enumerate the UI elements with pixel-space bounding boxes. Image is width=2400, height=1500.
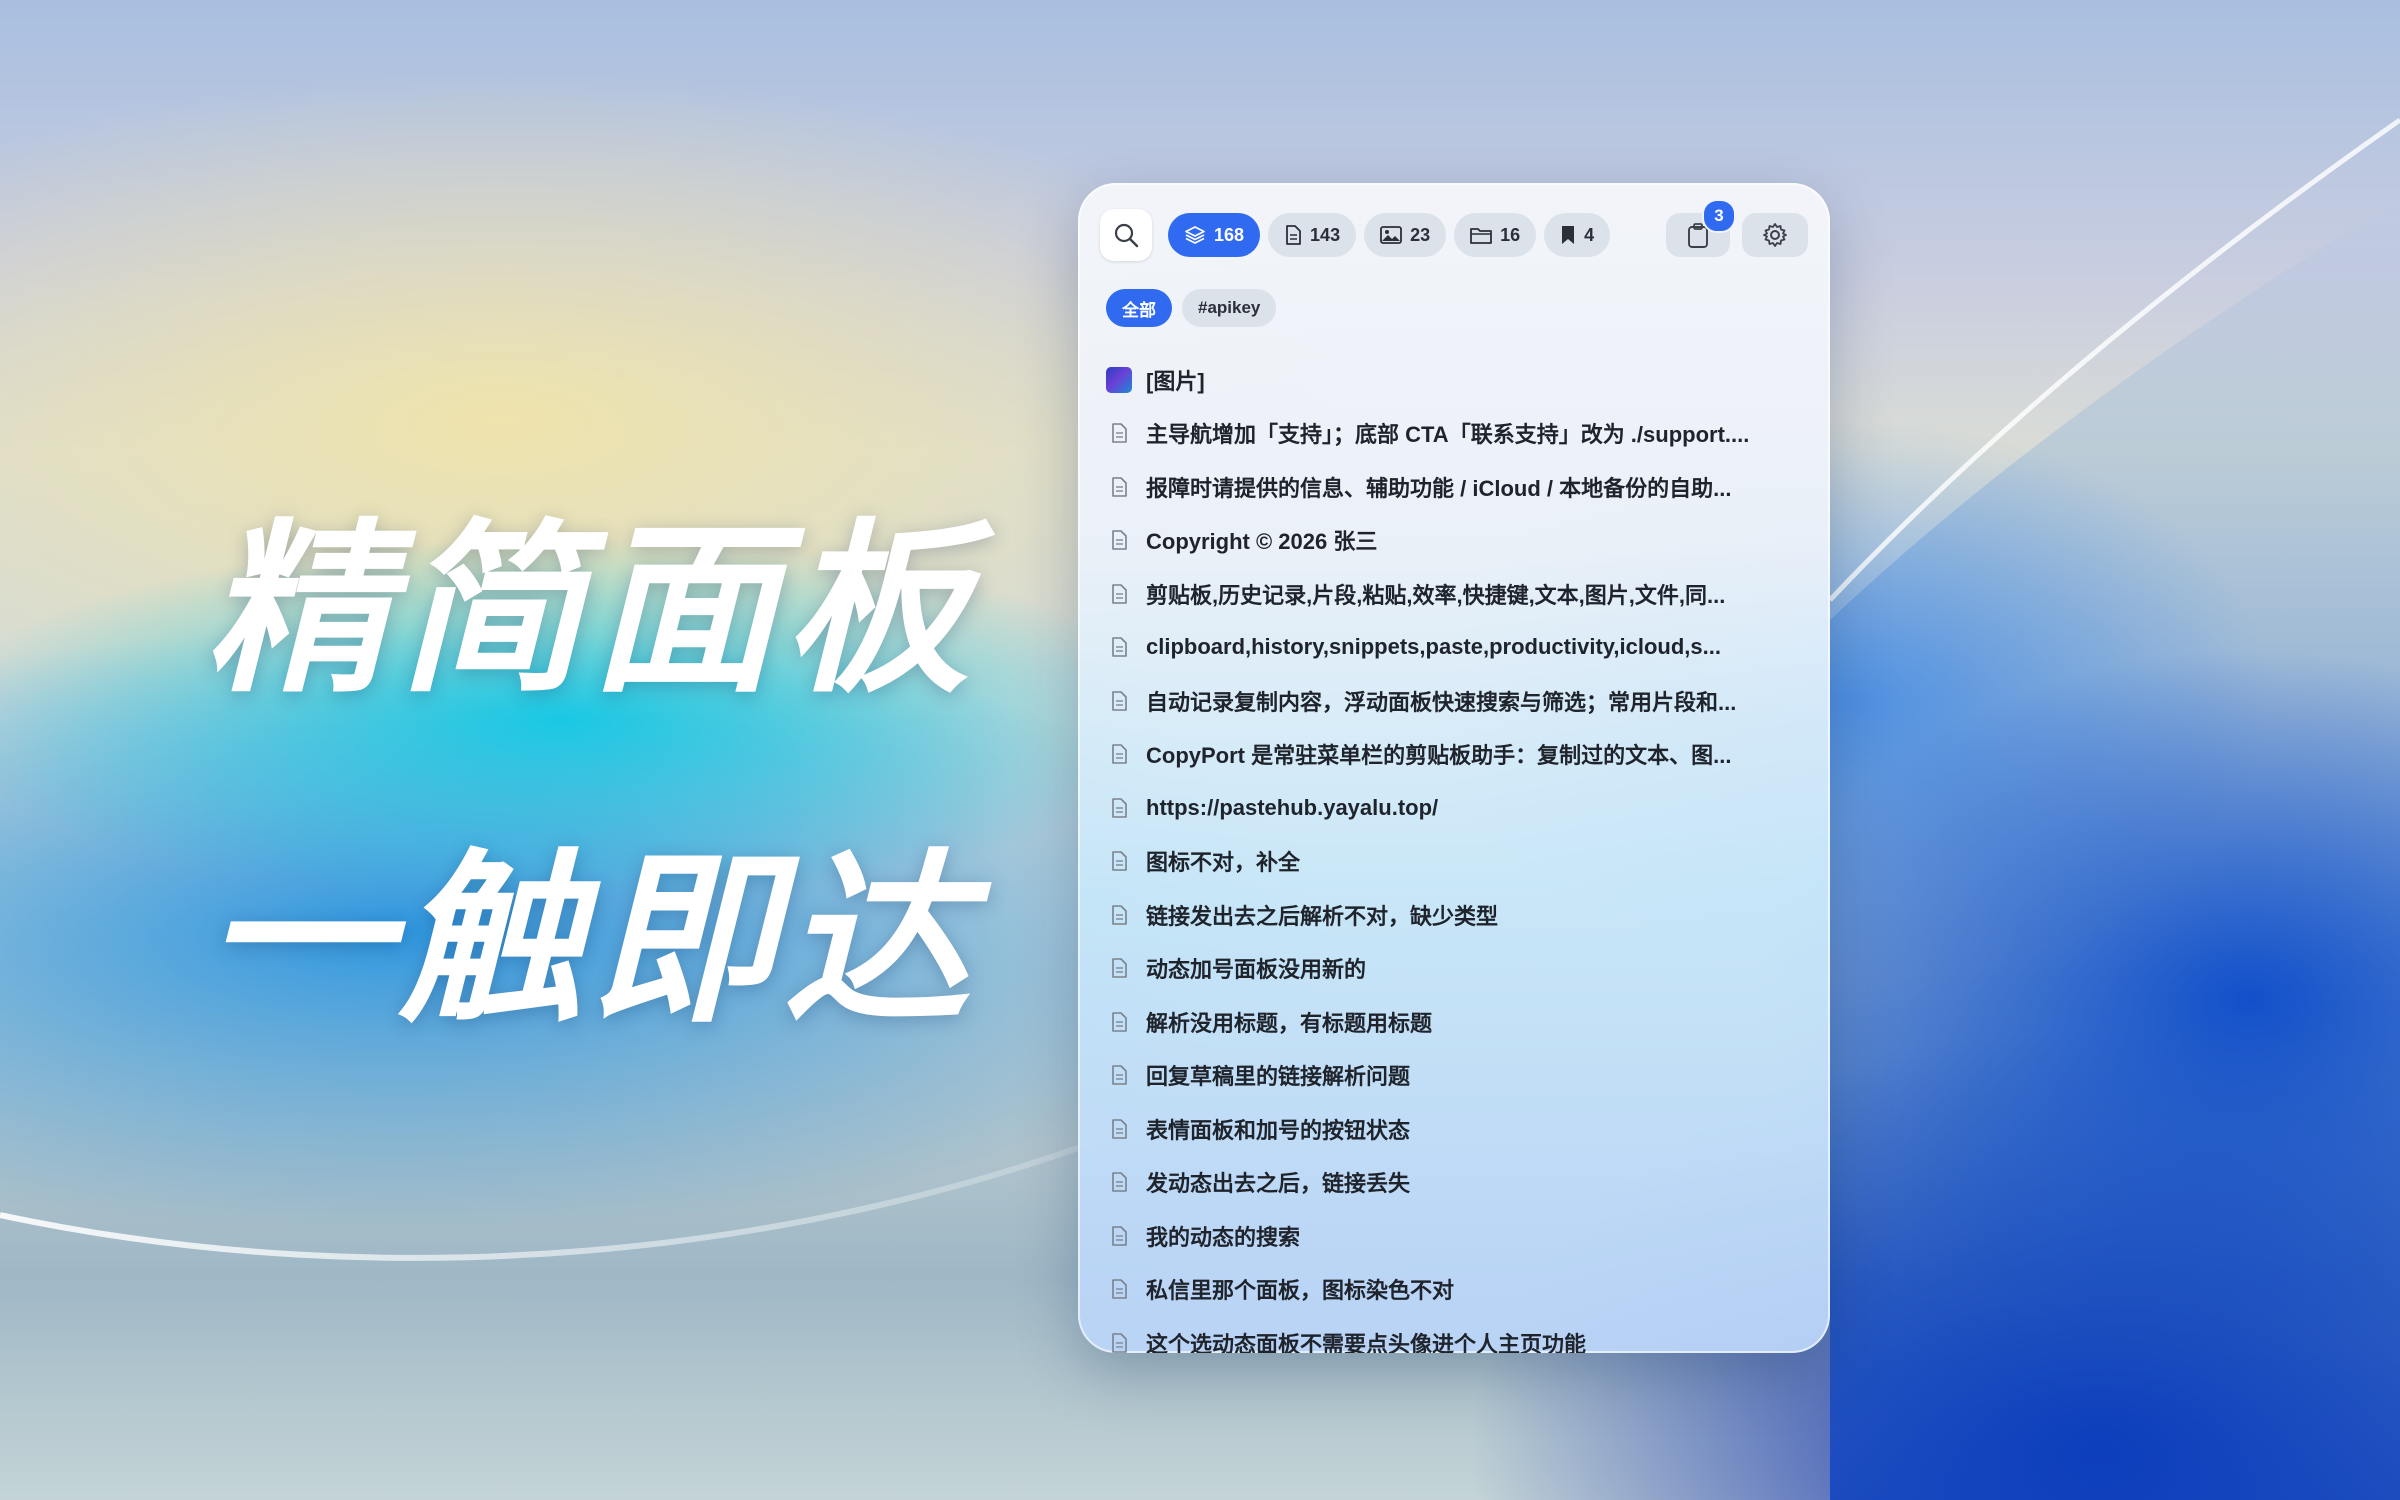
filter-bookmarks[interactable]: 4 [1544, 213, 1611, 257]
list-item[interactable]: clipboard,history,snippets,paste,product… [1078, 621, 1830, 675]
filter-files[interactable]: 16 [1454, 213, 1537, 257]
image-thumbnail [1106, 366, 1132, 393]
filter-files-count: 16 [1500, 224, 1521, 245]
list-item[interactable]: 动态加号面板没用新的 [1078, 942, 1830, 996]
toolbar: 168 143 23 16 4 3 [1100, 199, 1808, 263]
list-item[interactable]: CopyPort 是常驻菜单栏的剪贴板助手：复制过的文本、图... [1078, 728, 1830, 782]
list-item-text: 动态加号面板没用新的 [1146, 957, 1367, 983]
gear-icon [1763, 223, 1787, 247]
document-icon [1106, 688, 1132, 714]
document-icon [1106, 420, 1132, 446]
list-item[interactable]: 剪贴板,历史记录,片段,粘贴,效率,快捷键,文本,图片,文件,同... [1078, 567, 1830, 621]
desktop-background: 精简面板 一触即达 168 143 23 16 4 3 全部 #apikey [… [0, 0, 2400, 1500]
list-item[interactable]: [图片] [1078, 353, 1830, 407]
list-item[interactable]: 链接发出去之后解析不对，缺少类型 [1078, 888, 1830, 942]
tag-filter-row: 全部 #apikey [1106, 289, 1277, 327]
list-item[interactable]: 我的动态的搜索 [1078, 1209, 1830, 1263]
list-item[interactable]: https://pastehub.yayalu.top/ [1078, 781, 1830, 835]
document-icon [1106, 634, 1132, 660]
list-item[interactable]: 自动记录复制内容，浮动面板快速搜索与筛选；常用片段和... [1078, 674, 1830, 728]
list-item-text: 图标不对，补全 [1146, 850, 1301, 876]
filter-text-count: 143 [1310, 224, 1341, 245]
bookmark-icon [1562, 226, 1575, 244]
list-item-text: [图片] [1146, 368, 1205, 394]
settings-button[interactable] [1742, 213, 1808, 257]
list-item-text: 链接发出去之后解析不对，缺少类型 [1146, 903, 1499, 929]
list-item-text: 解析没用标题，有标题用标题 [1146, 1010, 1433, 1036]
document-icon [1106, 474, 1132, 500]
list-item-text: 发动态出去之后，链接丢失 [1146, 1171, 1411, 1197]
list-item-text: 回复草稿里的链接解析问题 [1146, 1064, 1411, 1090]
list-item[interactable]: Copyright © 2026 张三 [1078, 514, 1830, 568]
list-item[interactable]: 这个选动态面板不需要点头像进个人主页功能 [1078, 1316, 1830, 1353]
search-icon [1114, 223, 1139, 248]
hero-title-line-2: 一触即达 [205, 832, 977, 1048]
filter-all-count: 168 [1214, 224, 1245, 245]
list-item-text: CopyPort 是常驻菜单栏的剪贴板助手：复制过的文本、图... [1146, 743, 1732, 769]
list-item[interactable]: 回复草稿里的链接解析问题 [1078, 1049, 1830, 1103]
list-item-text: 表情面板和加号的按钮状态 [1146, 1117, 1411, 1143]
tag-apikey[interactable]: #apikey [1182, 289, 1277, 327]
document-icon [1106, 1062, 1132, 1088]
document-icon [1106, 1330, 1132, 1353]
list-item-text: 私信里那个面板，图标染色不对 [1146, 1278, 1455, 1304]
document-icon [1106, 1009, 1132, 1035]
search-button[interactable] [1100, 209, 1152, 261]
list-item-text: clipboard,history,snippets,paste,product… [1146, 634, 1721, 660]
clipboard-panel: 168 143 23 16 4 3 全部 #apikey [图片] 主导航增加「… [1078, 183, 1830, 1353]
document-icon [1106, 1276, 1132, 1302]
clipboard-history-list: [图片] 主导航增加「支持」；底部 CTA「联系支持」改为 ./support.… [1078, 353, 1830, 1353]
list-item[interactable]: 图标不对，补全 [1078, 835, 1830, 889]
list-item[interactable]: 表情面板和加号的按钮状态 [1078, 1102, 1830, 1156]
document-icon [1106, 795, 1132, 821]
list-item[interactable]: 解析没用标题，有标题用标题 [1078, 995, 1830, 1049]
document-icon [1106, 581, 1132, 607]
document-icon [1106, 741, 1132, 767]
list-item-text: https://pastehub.yayalu.top/ [1146, 794, 1439, 820]
list-item-text: 主导航增加「支持」；底部 CTA「联系支持」改为 ./support.... [1146, 422, 1750, 448]
folder-icon [1470, 228, 1493, 244]
queue-count-badge: 3 [1702, 199, 1736, 233]
filter-bookmarks-count: 4 [1584, 224, 1595, 245]
document-icon [1106, 1116, 1132, 1142]
document-icon [1106, 527, 1132, 553]
list-item[interactable]: 主导航增加「支持」；底部 CTA「联系支持」改为 ./support.... [1078, 407, 1830, 461]
list-item-text: 报障时请提供的信息、辅助功能 / iCloud / 本地备份的自助... [1146, 475, 1732, 501]
filter-all[interactable]: 168 [1168, 213, 1261, 257]
filter-text[interactable]: 143 [1268, 213, 1357, 257]
document-icon [1106, 955, 1132, 981]
list-item[interactable]: 报障时请提供的信息、辅助功能 / iCloud / 本地备份的自助... [1078, 460, 1830, 514]
filter-images[interactable]: 23 [1364, 213, 1447, 257]
filter-images-count: 23 [1410, 224, 1431, 245]
document-icon [1106, 902, 1132, 928]
list-item-text: 我的动态的搜索 [1146, 1224, 1301, 1250]
list-item-text: 剪贴板,历史记录,片段,粘贴,效率,快捷键,文本,图片,文件,同... [1146, 582, 1726, 608]
tag-all[interactable]: 全部 [1106, 289, 1172, 327]
clipboard-queue-button[interactable]: 3 [1666, 199, 1736, 257]
list-item-text: Copyright © 2026 张三 [1146, 529, 1378, 555]
document-icon [1106, 1169, 1132, 1195]
hero-title-line-1: 精简面板 [205, 502, 977, 718]
image-icon [1380, 226, 1402, 244]
document-icon [1106, 848, 1132, 874]
list-item-text: 自动记录复制内容，浮动面板快速搜索与筛选；常用片段和... [1146, 689, 1737, 715]
list-item[interactable]: 私信里那个面板，图标染色不对 [1078, 1263, 1830, 1317]
document-icon [1106, 1223, 1132, 1249]
list-item-text: 这个选动态面板不需要点头像进个人主页功能 [1146, 1331, 1587, 1353]
document-icon [1286, 225, 1301, 245]
list-item[interactable]: 发动态出去之后，链接丢失 [1078, 1156, 1830, 1210]
stack-icon [1185, 226, 1205, 244]
filter-pills: 168 143 23 16 4 [1168, 213, 1611, 257]
